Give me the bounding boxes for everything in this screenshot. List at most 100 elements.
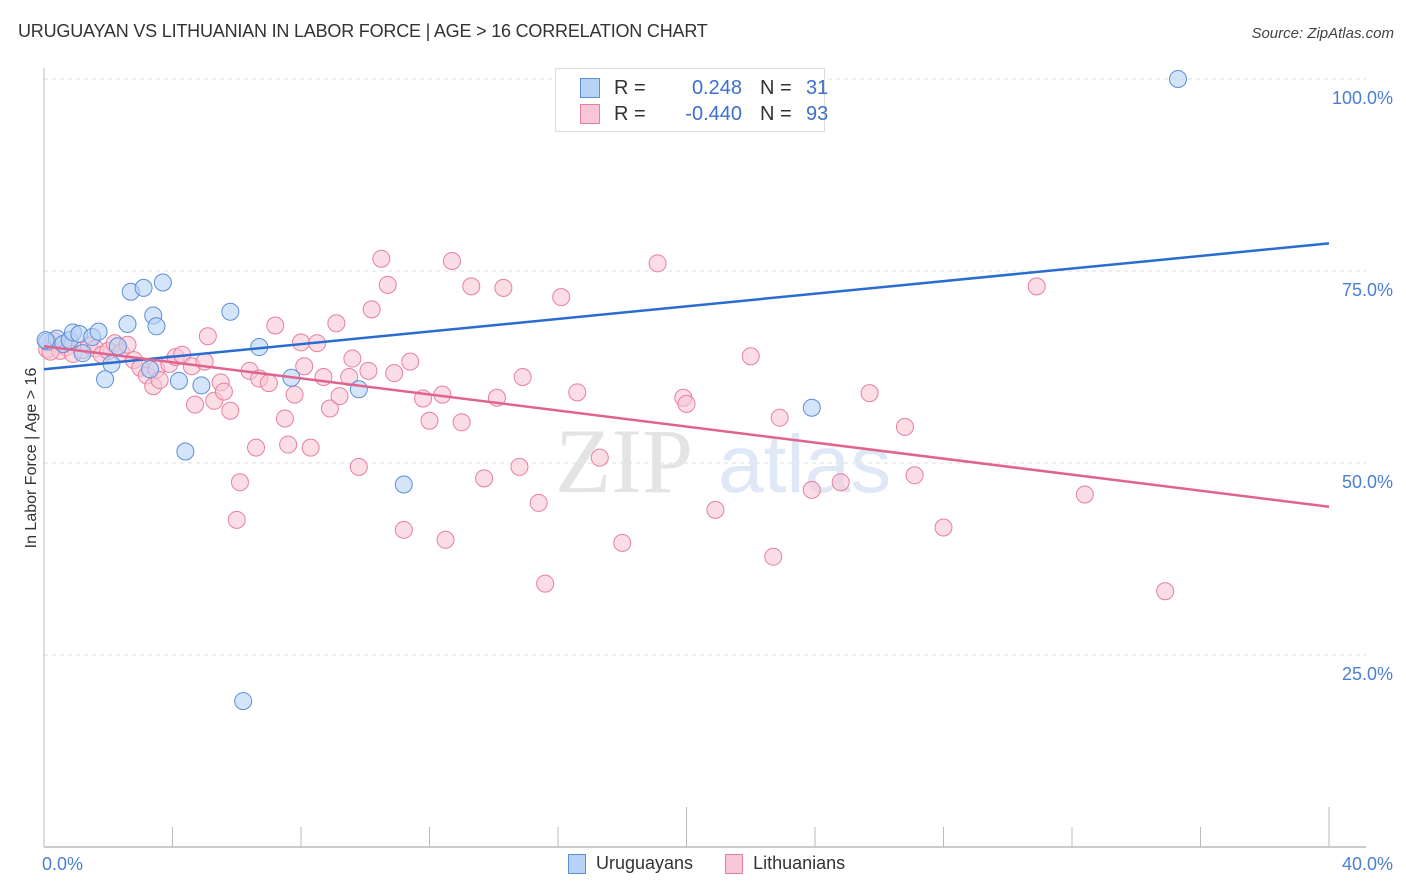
lithuanians-point	[378, 275, 397, 294]
y-tick-label: 25.0%	[1342, 664, 1393, 684]
lithuanians-point	[1156, 582, 1175, 601]
lithuanians-point	[590, 448, 609, 467]
lithuanians-point	[301, 438, 320, 457]
lithuanians-point	[343, 349, 362, 368]
scatter-chart: ZIP atlas 25.0%50.0%75.0%100.0%0.0% 40.0%…	[23, 68, 1393, 874]
lithuanians-point	[452, 413, 471, 432]
uruguayans-point	[141, 360, 160, 379]
y-tick-label: 50.0%	[1342, 472, 1393, 492]
uruguayans-point	[118, 314, 137, 333]
uruguayans-point	[192, 376, 211, 395]
legend-item-lithuanians[interactable]: Lithuanians	[725, 853, 845, 874]
n-label: N =	[760, 102, 792, 125]
lithuanians-point	[327, 314, 346, 333]
lithuanians-point	[934, 518, 953, 537]
uruguayans-point	[108, 337, 127, 356]
lithuanians-point	[275, 409, 294, 428]
uruguayans-point	[176, 442, 195, 461]
uruguayans-point	[147, 317, 166, 336]
lithuanians-point	[385, 364, 404, 383]
lithuanians-point	[568, 383, 587, 402]
lithuanians-point	[764, 547, 783, 566]
uruguayans-point	[394, 475, 413, 494]
r-value: -0.440	[685, 102, 742, 125]
lithuanians-point	[372, 249, 391, 268]
lithuanians-point	[475, 469, 494, 488]
lithuanians-point	[860, 384, 879, 403]
lithuanians-point	[462, 277, 481, 296]
lithuanians-point	[266, 316, 285, 335]
lithuanians-point	[552, 288, 571, 307]
uruguayans-point	[221, 302, 240, 321]
lithuanians-point	[247, 438, 266, 457]
uruguayans-swatch	[568, 853, 586, 874]
lithuanians-point	[227, 510, 246, 529]
lithuanians-point	[198, 327, 217, 346]
lithuanians-point	[349, 457, 368, 476]
uruguayans-point	[802, 398, 821, 417]
lithuanians-point	[442, 252, 461, 271]
lithuanians-point	[185, 395, 204, 414]
legend-label: Uruguayans	[596, 853, 694, 873]
correlation-legend: R = 0.248 N = 31 R = -0.440 N = 93	[555, 68, 828, 132]
lithuanians-point	[648, 254, 667, 273]
lithuanians-point	[1027, 277, 1046, 296]
lithuanians-point	[831, 473, 850, 492]
uruguayans-point	[234, 692, 253, 711]
lithuanians-point	[770, 408, 789, 427]
lithuanians-point	[706, 500, 725, 519]
lithuanians-point	[401, 352, 420, 371]
lithuanians-point	[529, 493, 548, 512]
lithuanians-point	[436, 530, 455, 549]
lithuanians-point	[677, 394, 696, 413]
uruguayans-point	[134, 278, 153, 297]
lithuanians-swatch	[725, 853, 744, 874]
series-legend: Uruguayans Lithuanians	[568, 853, 877, 874]
lithuanians-point	[230, 473, 249, 492]
n-label: N =	[760, 76, 792, 99]
lithuanians-point	[741, 347, 760, 366]
lithuanians-point	[905, 466, 924, 485]
uruguayans-point	[1169, 70, 1188, 88]
r-label: R =	[614, 76, 646, 99]
legend-row-uruguayans: R = 0.248 N = 31	[580, 76, 828, 100]
y-axis-label: In Labor Force | Age > 16	[23, 368, 40, 549]
lithuanians-point	[895, 417, 914, 436]
legend-item-uruguayans[interactable]: Uruguayans	[568, 853, 693, 874]
lithuanians-point	[1075, 485, 1094, 504]
lithuanians-point	[536, 574, 555, 593]
uruguayans-point	[153, 273, 172, 292]
y-tick-label: 100.0%	[1332, 88, 1393, 108]
lithuanians-point	[285, 385, 304, 404]
lithuanians-point	[510, 457, 529, 476]
lithuanians-point	[279, 435, 298, 454]
lithuanians-point	[259, 374, 278, 393]
r-label: R =	[614, 102, 646, 125]
axes	[43, 68, 1366, 848]
lithuanians-point	[420, 411, 439, 430]
lithuanians-point	[513, 367, 532, 386]
r-value: 0.248	[691, 76, 742, 99]
uruguayans-point	[73, 344, 92, 363]
lithuanians-point	[330, 387, 349, 406]
legend-row-lithuanians: R = -0.440 N = 93	[580, 102, 828, 126]
lithuanians-point	[221, 401, 240, 420]
uruguayans-point	[89, 322, 108, 341]
lithuanians-point	[494, 278, 513, 297]
uruguayans-point	[169, 371, 188, 390]
x-tick-label: 0.0%	[42, 854, 83, 874]
n-value: 93	[806, 102, 829, 125]
lithuanians-point	[394, 520, 413, 539]
lithuanians-point	[214, 382, 233, 401]
uruguayans-points	[36, 70, 1188, 711]
uruguayans-point	[349, 380, 368, 399]
n-value: 31	[806, 76, 829, 99]
uruguayans-point	[96, 370, 115, 389]
lithuanians-point	[802, 480, 821, 499]
lithuanians-swatch	[580, 104, 600, 124]
legend-label: Lithuanians	[753, 853, 846, 873]
y-tick-label: 75.0%	[1342, 280, 1393, 300]
lithuanians-point	[613, 533, 632, 552]
uruguayans-swatch	[580, 78, 600, 98]
x-tick-label: 40.0%	[1342, 854, 1393, 874]
